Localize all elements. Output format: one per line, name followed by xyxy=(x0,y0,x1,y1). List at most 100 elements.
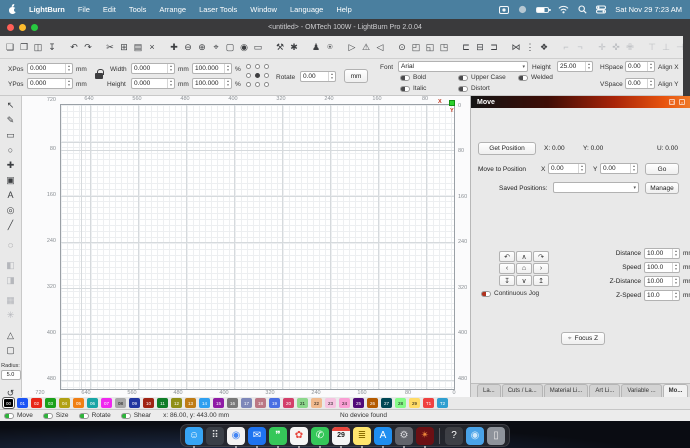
move-to-page-center[interactable]: ⊙ xyxy=(395,39,409,55)
palette-chip[interactable]: 00 xyxy=(3,398,14,408)
missing-app[interactable]: ? xyxy=(445,427,463,445)
palette-chip[interactable]: 08 xyxy=(115,398,126,408)
group-shapes[interactable]: ❖ xyxy=(537,39,551,55)
spinner[interactable] xyxy=(672,277,679,286)
zoom-to-selection[interactable]: ⌖ xyxy=(209,39,223,55)
panel-tab[interactable]: Cuts / La... xyxy=(502,384,543,397)
manage-button[interactable]: Manage xyxy=(645,182,679,194)
align-top[interactable]: ⊤ xyxy=(645,39,659,55)
spinner[interactable] xyxy=(672,263,679,272)
calendar[interactable]: 29 xyxy=(332,427,350,445)
jog-field-input[interactable]: 10.00 xyxy=(644,248,680,259)
menu-language[interactable]: Language xyxy=(290,5,323,14)
panel-tab[interactable]: Variable ... xyxy=(621,384,661,397)
lightburn[interactable]: ✴ xyxy=(416,427,434,445)
save-file[interactable]: ◫ xyxy=(31,39,45,55)
import-file[interactable]: ↧ xyxy=(45,39,59,55)
move-panel-header[interactable]: Move ❐ × xyxy=(471,96,690,108)
zoom-in[interactable]: ⊕ xyxy=(195,39,209,55)
minimize-window-button[interactable] xyxy=(19,24,26,31)
align-v-middle[interactable]: ⊣ xyxy=(673,39,683,55)
system-settings[interactable]: ⚙ xyxy=(395,427,413,445)
nest-corner-b[interactable]: ¬ xyxy=(573,39,587,55)
chrome[interactable]: ◉ xyxy=(227,427,245,445)
bold-toggle[interactable]: Bold xyxy=(400,74,426,81)
hspace-input[interactable]: 0.00 xyxy=(625,61,655,72)
jog-button[interactable]: ∧ xyxy=(516,251,532,262)
snap-to-grid[interactable]: ✙ xyxy=(623,39,637,55)
control-center-icon[interactable] xyxy=(596,5,606,14)
distribute-horizontal[interactable]: ⋈ xyxy=(509,39,523,55)
move-to-lower-left[interactable]: ◱ xyxy=(423,39,437,55)
spinner[interactable] xyxy=(65,79,72,88)
spinner[interactable] xyxy=(630,164,637,173)
palette-chip[interactable]: 24 xyxy=(339,398,350,408)
rotate-input[interactable]: 0.00 xyxy=(300,71,336,82)
palette-chip[interactable]: 20 xyxy=(283,398,294,408)
alarm[interactable]: ⚠ xyxy=(359,39,373,55)
palette-chip[interactable]: 12 xyxy=(171,398,182,408)
nest-corner-a[interactable]: ⌐ xyxy=(559,39,573,55)
shape-properties-tool[interactable]: ▣ xyxy=(3,173,19,188)
align-left[interactable]: ⊏ xyxy=(459,39,473,55)
menu-arrange[interactable]: Arrange xyxy=(159,5,186,14)
go-button[interactable]: Go xyxy=(645,163,679,175)
status-toggle[interactable]: Rotate xyxy=(79,412,111,419)
menu-edit[interactable]: Edit xyxy=(103,5,116,14)
camera[interactable]: ◉ xyxy=(237,39,251,55)
workspace-canvas[interactable]: 720 64056048040032024016080 720640560480… xyxy=(22,96,470,397)
radius-input[interactable]: 5.0 xyxy=(1,370,21,380)
text-tool[interactable]: A xyxy=(3,188,19,203)
jog-button[interactable]: ↷ xyxy=(533,251,549,262)
snap-to-object[interactable]: ✜ xyxy=(609,39,623,55)
jog-button[interactable]: ↥ xyxy=(533,275,549,286)
zoom-out[interactable]: ⊖ xyxy=(181,39,195,55)
palette-chip[interactable]: 26 xyxy=(367,398,378,408)
close-window-button[interactable] xyxy=(7,24,14,31)
jog-field-input[interactable]: 10.00 xyxy=(644,276,680,287)
boolean-difference-tool[interactable]: ◨ xyxy=(3,273,19,288)
continuous-jog-toggle[interactable]: Continuous Jog xyxy=(481,290,539,297)
menu-clock[interactable]: Sat Nov 29 7:23 AM xyxy=(615,5,682,14)
panel-tab[interactable]: Mo... xyxy=(663,384,689,397)
palette-chip[interactable]: 04 xyxy=(59,398,70,408)
spinner[interactable] xyxy=(585,62,592,71)
rectangle-tool[interactable]: ▭ xyxy=(3,128,19,143)
align-right[interactable]: ⊐ xyxy=(487,39,501,55)
mm-unit-button[interactable]: mm xyxy=(344,69,368,83)
jog-button[interactable]: ↶ xyxy=(499,251,515,262)
paste[interactable]: ▤ xyxy=(131,39,145,55)
downloads-folder[interactable]: ◉ xyxy=(466,427,484,445)
spinner[interactable] xyxy=(224,79,231,88)
palette-chip[interactable]: T1 xyxy=(423,398,434,408)
palette-chip[interactable]: 06 xyxy=(87,398,98,408)
divider[interactable] xyxy=(439,428,440,444)
palette-chip[interactable]: 16 xyxy=(227,398,238,408)
palette-chip[interactable]: 13 xyxy=(185,398,196,408)
palette-chip[interactable]: 15 xyxy=(213,398,224,408)
jog-button[interactable]: ∨ xyxy=(516,275,532,286)
preview-window[interactable]: ▭ xyxy=(251,39,265,55)
spinner[interactable] xyxy=(672,291,679,300)
saved-positions-combo[interactable]: ▾ xyxy=(553,182,639,193)
align-bottom[interactable]: ⊥ xyxy=(659,39,673,55)
spinner[interactable] xyxy=(672,249,679,258)
focus-z-button[interactable]: ⌖Focus Z xyxy=(561,332,605,345)
distort-toggle[interactable]: Distort xyxy=(458,85,490,92)
facetime[interactable]: ✆ xyxy=(311,427,329,445)
menu-file[interactable]: File xyxy=(78,5,90,14)
palette-chip[interactable]: 28 xyxy=(395,398,406,408)
boolean-union-tool[interactable]: ◧ xyxy=(3,258,19,273)
palette-chip[interactable]: 10 xyxy=(143,398,154,408)
vspace-input[interactable]: 0.00 xyxy=(625,78,655,89)
jog-button[interactable]: ⌂ xyxy=(516,263,532,274)
battery-icon[interactable] xyxy=(536,7,549,13)
undo[interactable]: ↶ xyxy=(67,39,81,55)
palette-chip[interactable]: 14 xyxy=(199,398,210,408)
font-combo[interactable]: Arial▾ xyxy=(398,61,528,72)
adjust-image[interactable]: ⚒ xyxy=(273,39,287,55)
offset-tool[interactable]: ◌ xyxy=(3,238,19,253)
spinner[interactable] xyxy=(65,64,72,73)
menu-tools[interactable]: Tools xyxy=(129,5,147,14)
palette-chip[interactable]: 19 xyxy=(269,398,280,408)
